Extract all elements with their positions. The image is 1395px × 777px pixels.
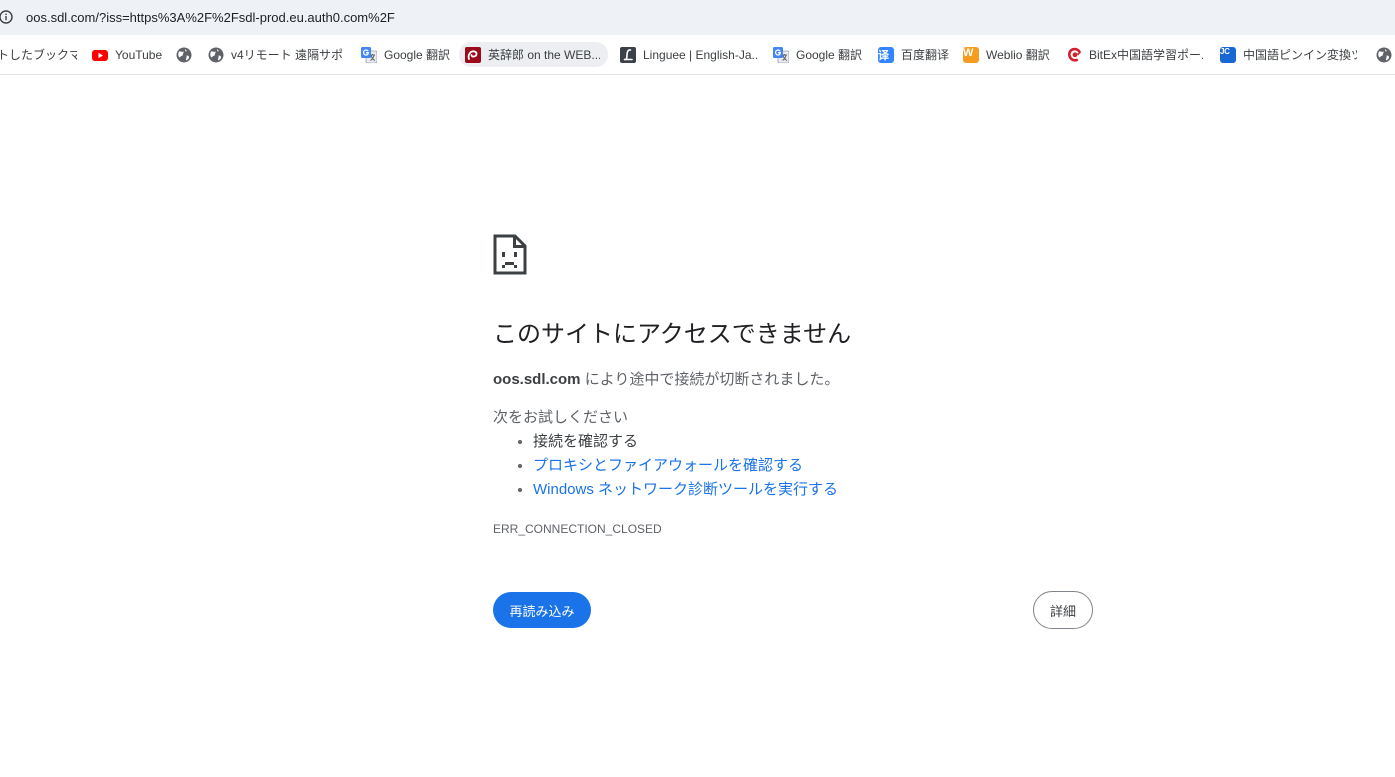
youtube-icon bbox=[92, 49, 108, 61]
bookmark-item-pinyin-converter[interactable]: JC 中国語ピンイン変換ツ... bbox=[1214, 42, 1363, 67]
bookmark-label: 英辞郎 on the WEB... bbox=[488, 47, 600, 62]
reload-button[interactable]: 再読み込み bbox=[493, 592, 591, 628]
address-bar[interactable]: oos.sdl.com/?iss=https%3A%2F%2Fsdl-prod.… bbox=[0, 0, 1395, 35]
suggestion-link-proxy-firewall[interactable]: プロキシとファイアウォールを確認する bbox=[533, 457, 803, 474]
bookmark-item-linguee[interactable]: Linguee | English-Ja... bbox=[614, 42, 763, 67]
bookmark-label: YouTube bbox=[115, 47, 162, 62]
error-message-text: により途中で接続が切断されました。 bbox=[580, 371, 840, 388]
bookmark-item-globe-2[interactable] bbox=[1376, 42, 1392, 67]
bookmark-label: トしたブックマーク bbox=[0, 47, 77, 62]
error-host: oos.sdl.com bbox=[493, 371, 581, 388]
bookmark-label: 中国語ピンイン変換ツ... bbox=[1243, 47, 1357, 62]
bookmark-label: Linguee | English-Ja... bbox=[643, 47, 757, 62]
weblio-icon: W bbox=[963, 46, 979, 63]
url-text[interactable]: oos.sdl.com/?iss=https%3A%2F%2Fsdl-prod.… bbox=[26, 9, 395, 26]
bookmark-item-bitex[interactable]: BitEx中国語学習ポー... bbox=[1060, 42, 1209, 67]
bookmark-label: 百度翻译 bbox=[901, 47, 950, 62]
bookmark-item-globe[interactable] bbox=[170, 42, 198, 67]
list-item: プロキシとファイアウォールを確認する bbox=[533, 454, 838, 478]
bookmark-item-v4-remote[interactable]: v4リモート 遠隔サポー... bbox=[202, 42, 350, 67]
list-item: Windows ネットワーク診断ツールを実行する bbox=[533, 478, 838, 502]
bookmark-item-eijiro[interactable]: 英辞郎 on the WEB... bbox=[459, 42, 608, 67]
bookmark-label: Google 翻訳 bbox=[384, 47, 451, 62]
baidu-translate-icon: 译 bbox=[878, 46, 894, 63]
details-button[interactable]: 詳細 bbox=[1033, 591, 1093, 629]
suggestions-list: 接続を確認する プロキシとファイアウォールを確認する Windows ネットワー… bbox=[493, 430, 838, 502]
bookmark-label: Google 翻訳 bbox=[796, 47, 863, 62]
globe-icon bbox=[1376, 47, 1392, 62]
bookmark-label: v4リモート 遠隔サポー... bbox=[231, 47, 344, 62]
page-title: このサイトにアクセスできません bbox=[493, 321, 852, 348]
google-translate-icon bbox=[773, 46, 789, 63]
bitex-icon bbox=[1068, 47, 1081, 62]
bookmark-item-google-translate-2[interactable]: Google 翻訳 bbox=[767, 42, 868, 67]
bookmark-item-baidu-translate[interactable]: 译 百度翻译 bbox=[872, 42, 955, 67]
bookmark-item-weblio[interactable]: W Weblio 翻訳 bbox=[957, 42, 1056, 67]
bookmark-label: BitEx中国語学習ポー... bbox=[1089, 47, 1203, 62]
sad-page-icon bbox=[493, 234, 527, 275]
bookmark-folder-imported[interactable]: トしたブックマーク bbox=[0, 42, 77, 67]
bookmark-item-google-translate[interactable]: Google 翻訳 bbox=[355, 42, 456, 67]
bookmark-item-youtube[interactable]: YouTube bbox=[86, 42, 168, 67]
bookmark-label: Weblio 翻訳 bbox=[986, 47, 1050, 62]
jc-icon: JC bbox=[1220, 46, 1236, 63]
error-message: oos.sdl.com により途中で接続が切断されました。 bbox=[493, 370, 839, 390]
error-code: ERR_CONNECTION_CLOSED bbox=[493, 522, 662, 536]
bookmarks-bar: トしたブックマーク YouTube v4リモート 遠隔サポー... bbox=[0, 35, 1395, 75]
eijiro-icon bbox=[465, 46, 481, 63]
suggestions-heading: 次をお試しください bbox=[493, 409, 629, 426]
globe-icon bbox=[176, 47, 192, 62]
linguee-icon bbox=[620, 46, 636, 63]
list-item: 接続を確認する bbox=[533, 430, 838, 454]
globe-icon bbox=[208, 47, 224, 62]
suggestion-check-connection: 接続を確認する bbox=[533, 433, 639, 450]
info-icon[interactable] bbox=[0, 10, 13, 24]
google-translate-icon bbox=[361, 46, 377, 63]
suggestion-link-network-diagnostics[interactable]: Windows ネットワーク診断ツールを実行する bbox=[533, 481, 838, 498]
